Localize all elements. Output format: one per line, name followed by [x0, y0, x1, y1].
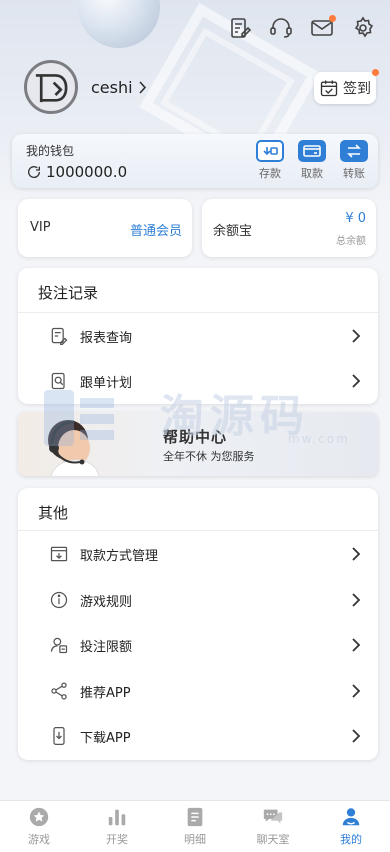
tab-label-lottery-results: 开奖: [106, 833, 128, 846]
refresh-icon[interactable]: [26, 164, 42, 180]
download-icon: [48, 725, 70, 747]
yeb-card[interactable]: 余额宝 ¥ 0 总余额: [202, 199, 376, 257]
signin-badge: [372, 69, 379, 76]
top-toolbar: [225, 15, 378, 41]
report-icon: [48, 325, 70, 347]
menu-label-game-rules: 游戏规则: [80, 594, 133, 610]
menu-item-bet-limit[interactable]: 投注限额: [18, 623, 378, 667]
menu-label-recommend-app: 推荐APP: [80, 685, 131, 701]
chevron-right-icon: [352, 593, 361, 607]
signin-label: 签到: [343, 81, 371, 97]
other-card: 其他 取款方式管理 游戏规则 投注限额 推荐APP 下载APP: [18, 488, 378, 760]
wallet-balance-row: 1000000.0: [26, 163, 127, 181]
deposit-button[interactable]: 存款: [254, 140, 286, 181]
chevron-right-icon: [352, 638, 361, 652]
lottery-results-icon: [108, 809, 126, 826]
chevron-right-icon: [352, 374, 361, 388]
tab-profile[interactable]: 我的: [312, 801, 390, 852]
menu-label-follow-plan: 跟单计划: [80, 375, 133, 391]
calendar-check-icon: [320, 80, 338, 97]
menu-item-withdraw-method[interactable]: 取款方式管理: [18, 532, 378, 576]
bottom-tab-bar: 游戏 开奖 明细 聊天室 我的: [0, 800, 390, 852]
bet-limit-icon: [48, 634, 70, 656]
tab-details[interactable]: 明细: [156, 801, 234, 852]
deposit-icon: [256, 140, 284, 162]
menu-label-withdraw-method: 取款方式管理: [80, 548, 159, 564]
help-center-title: 帮助中心: [163, 428, 228, 446]
tab-label-game: 游戏: [28, 833, 50, 846]
avatar[interactable]: [24, 60, 78, 114]
username: ceshi: [91, 78, 133, 97]
transfer-button[interactable]: 转账: [338, 140, 370, 181]
withdraw-button[interactable]: 取款: [296, 140, 328, 181]
section-title-other: 其他: [38, 504, 69, 522]
chevron-right-icon: [138, 81, 146, 94]
wallet-card: 我的钱包 1000000.0 存款 取款 转账: [12, 134, 378, 188]
menu-label-bet-limit: 投注限额: [80, 639, 133, 655]
menu-item-report[interactable]: 报表查询: [18, 314, 378, 358]
vip-level: 普通会员: [129, 224, 182, 239]
wallet-actions: 存款 取款 转账: [254, 140, 370, 181]
chevron-right-icon: [352, 547, 361, 561]
menu-item-download-app[interactable]: 下载APP: [18, 714, 378, 758]
game-icon: [29, 807, 49, 827]
decorative-ball: [78, 0, 160, 48]
settings-icon[interactable]: [348, 15, 378, 41]
deposit-label: 存款: [259, 167, 281, 180]
wallet-balance: 1000000.0: [46, 163, 128, 181]
tab-label-chat: 聊天室: [256, 833, 290, 846]
withdraw-method-icon: [48, 543, 70, 565]
details-icon: [187, 807, 203, 827]
mail-badge: [329, 15, 336, 22]
divider: [18, 312, 378, 313]
chat-icon: [263, 809, 283, 824]
info-icon: [48, 589, 70, 611]
mail-icon[interactable]: [307, 15, 337, 41]
withdraw-label: 取款: [301, 167, 323, 180]
signin-button[interactable]: 签到: [314, 69, 379, 104]
transfer-icon: [340, 140, 368, 162]
menu-item-game-rules[interactable]: 游戏规则: [18, 578, 378, 622]
withdraw-icon: [298, 140, 326, 162]
vip-card[interactable]: VIP 普通会员: [18, 199, 192, 257]
username-link[interactable]: ceshi: [91, 78, 147, 97]
wallet-title: 我的钱包: [26, 144, 75, 158]
help-center-banner[interactable]: 帮助中心 全年不休 为您服务: [18, 412, 378, 476]
vip-label: VIP: [30, 220, 51, 235]
yeb-amount: ¥ 0: [345, 211, 366, 226]
chevron-right-icon: [352, 729, 361, 743]
tab-label-details: 明细: [184, 833, 206, 846]
bet-records-card: 投注记录 报表查询 跟单计划: [18, 268, 378, 404]
transfer-label: 转账: [343, 167, 365, 180]
menu-item-recommend-app[interactable]: 推荐APP: [18, 669, 378, 713]
edit-icon[interactable]: [225, 15, 255, 41]
yeb-sub-label: 总余额: [336, 236, 366, 247]
tab-label-profile: 我的: [340, 833, 362, 846]
menu-label-download-app: 下载APP: [80, 730, 131, 746]
menu-item-follow-plan[interactable]: 跟单计划: [18, 359, 378, 403]
yeb-label: 余额宝: [213, 224, 253, 239]
help-center-subtitle: 全年不休 为您服务: [163, 450, 255, 463]
divider: [18, 530, 378, 531]
customer-service-agent-image: [48, 420, 100, 476]
tab-game[interactable]: 游戏: [0, 801, 78, 852]
share-icon: [48, 680, 70, 702]
customer-service-icon[interactable]: [266, 15, 296, 41]
menu-label-report: 报表查询: [80, 330, 133, 346]
follow-plan-icon: [48, 370, 70, 392]
section-title-bet-records: 投注记录: [38, 284, 99, 302]
tab-chat[interactable]: 聊天室: [234, 801, 312, 852]
tab-lottery-results[interactable]: 开奖: [78, 801, 156, 852]
chevron-right-icon: [352, 329, 361, 343]
chevron-right-icon: [352, 684, 361, 698]
profile-icon: [342, 808, 360, 826]
